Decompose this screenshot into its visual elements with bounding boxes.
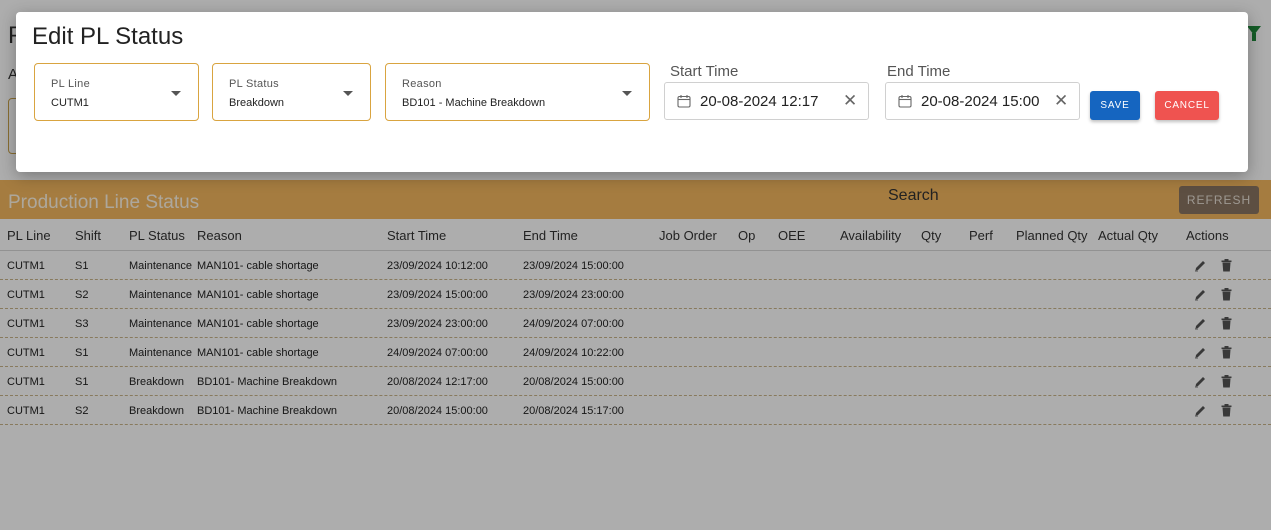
edit-pl-status-dialog: Edit PL Status PL Line CUTM1 PL Status B… (16, 12, 1248, 172)
pl-status-label: PL Status (229, 78, 279, 90)
chevron-down-icon (622, 91, 632, 96)
reason-value: BD101 - Machine Breakdown (402, 97, 546, 109)
pl-status-select[interactable]: PL Status Breakdown (212, 63, 371, 121)
end-time-field[interactable]: 20-08-2024 15:00 ✕ (885, 82, 1080, 120)
reason-label: Reason (402, 78, 442, 90)
cancel-button[interactable]: CANCEL (1155, 91, 1219, 120)
pl-status-value: Breakdown (229, 97, 285, 109)
dialog-title: Edit PL Status (32, 23, 184, 50)
pl-line-select[interactable]: PL Line CUTM1 (34, 63, 199, 121)
chevron-down-icon (171, 91, 181, 96)
reason-select[interactable]: Reason BD101 - Machine Breakdown (385, 63, 650, 121)
end-time-label: End Time (887, 63, 951, 80)
pl-line-value: CUTM1 (51, 97, 89, 109)
end-time-value: 20-08-2024 15:00 (921, 93, 1040, 110)
close-icon[interactable]: ✕ (843, 91, 857, 111)
save-button[interactable]: SAVE (1090, 91, 1140, 120)
start-time-label: Start Time (670, 63, 739, 80)
calendar-icon[interactable] (898, 94, 912, 108)
calendar-icon[interactable] (677, 94, 691, 108)
pl-line-label: PL Line (51, 78, 90, 90)
close-icon[interactable]: ✕ (1054, 91, 1068, 111)
start-time-value: 20-08-2024 12:17 (700, 93, 819, 110)
start-time-field[interactable]: 20-08-2024 12:17 ✕ (664, 82, 869, 120)
chevron-down-icon (343, 91, 353, 96)
